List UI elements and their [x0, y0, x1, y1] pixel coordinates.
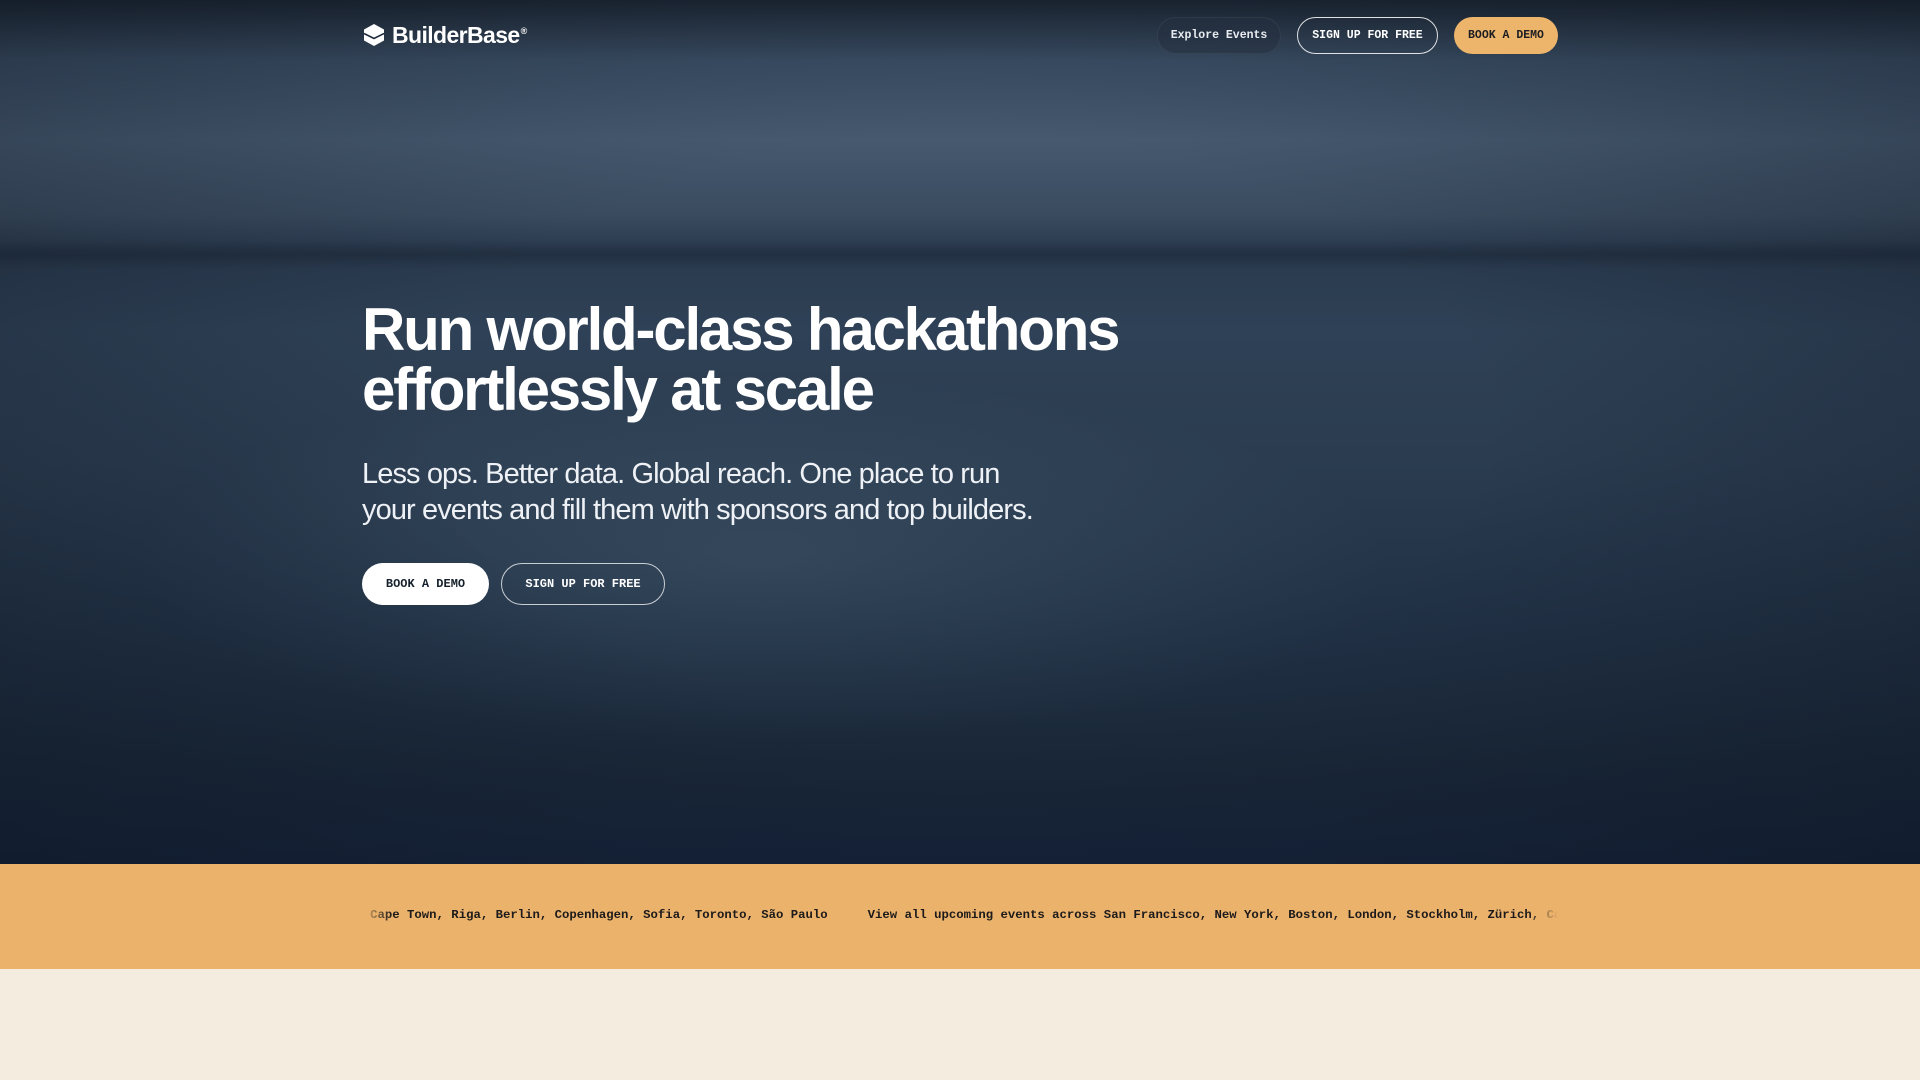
- hero-background-image: [0, 0, 1920, 864]
- next-section: [0, 969, 1920, 1080]
- brand-logo[interactable]: BuilderBase®: [362, 22, 527, 49]
- headline-line-2: effortlessly at scale: [362, 356, 875, 423]
- nav-actions: Explore Events SIGN UP FOR FREE BOOK A D…: [1157, 16, 1558, 54]
- subhead-line-1: Less ops. Better data. Global reach. One…: [362, 458, 1000, 490]
- nav-signup-button[interactable]: SIGN UP FOR FREE: [1297, 16, 1438, 54]
- hero-subheadline: Less ops. Better data. Global reach. One…: [362, 456, 1122, 528]
- hexagon-cube-icon: [362, 23, 386, 47]
- ticker-cities-segment: h, Cape Town, Riga, Berlin, Copenhagen, …: [362, 908, 828, 922]
- nav-book-demo-button[interactable]: BOOK A DEMO: [1454, 16, 1558, 54]
- trademark-mark: ®: [520, 25, 528, 36]
- hero-book-demo-button[interactable]: BOOK A DEMO: [362, 563, 489, 605]
- ticker-track: h, Cape Town, Riga, Berlin, Copenhagen, …: [362, 864, 1558, 969]
- hero-section: [0, 0, 1920, 864]
- subhead-line-2: your events and fill them with sponsors …: [362, 494, 1034, 526]
- events-ticker-banner: h, Cape Town, Riga, Berlin, Copenhagen, …: [0, 864, 1920, 969]
- ticker-line: h, Cape Town, Riga, Berlin, Copenhagen, …: [362, 908, 1558, 922]
- hero-headline: Run world-class hackathons effortlessly …: [362, 300, 1182, 420]
- view-upcoming-events-link[interactable]: View all upcoming events across San Fran…: [868, 908, 1558, 922]
- hero-signup-button[interactable]: SIGN UP FOR FREE: [501, 563, 665, 605]
- headline-line-1: Run world-class hackathons: [362, 296, 1121, 363]
- top-navigation: BuilderBase® Explore Events SIGN UP FOR …: [362, 16, 1558, 54]
- explore-events-link[interactable]: Explore Events: [1157, 16, 1281, 54]
- brand-name: BuilderBase®: [392, 21, 528, 48]
- hero-cta-group: BOOK A DEMO SIGN UP FOR FREE: [362, 563, 665, 605]
